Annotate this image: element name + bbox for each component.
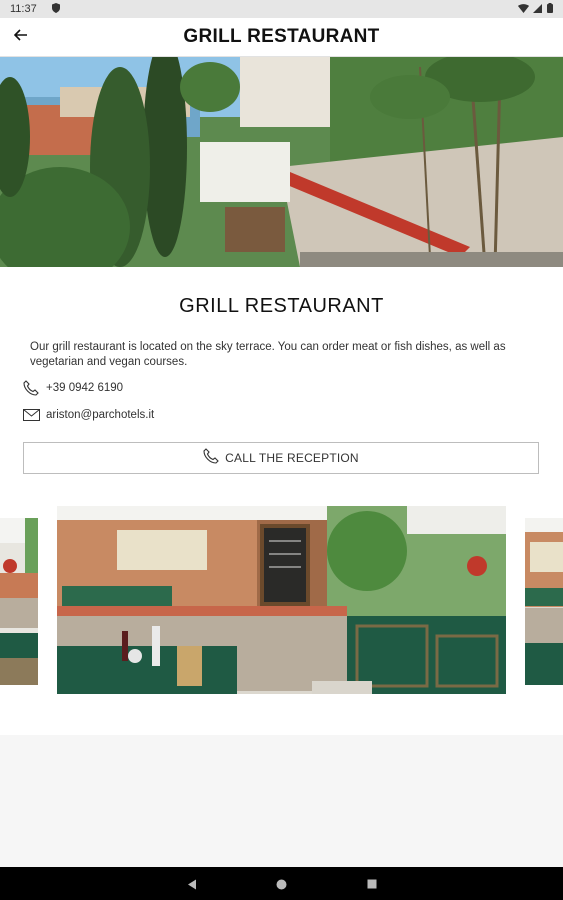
system-nav-bar (0, 867, 563, 900)
status-time: 11:37 (10, 3, 37, 15)
app-bar: GRILL RESTAURANT (0, 18, 563, 57)
shield-notification-icon (52, 3, 60, 15)
home-circle-icon[interactable] (273, 876, 289, 892)
description: Our grill restaurant is located on the s… (30, 341, 506, 368)
section-title: GRILL RESTAURANT (179, 295, 384, 317)
hero-image (0, 57, 563, 267)
signal-icon (533, 4, 547, 15)
gallery-image-next[interactable] (525, 518, 563, 685)
gallery-image-current[interactable] (57, 506, 506, 694)
email-address[interactable]: ariston@parchotels.it (46, 409, 154, 421)
call-reception-button[interactable]: CALL THE RECEPTION (23, 442, 539, 474)
back-triangle-icon[interactable] (184, 876, 200, 892)
phone-icon (203, 447, 219, 469)
gallery-image-previous[interactable] (0, 518, 38, 685)
page-title: GRILL RESTAURANT (183, 26, 380, 47)
restaurant-terrace-photo (0, 57, 563, 267)
phone-number[interactable]: +39 0942 6190 (46, 382, 123, 394)
phone-icon (22, 379, 40, 397)
email-row[interactable]: ariston@parchotels.it (22, 406, 154, 424)
restaurant-interior-photo (57, 506, 506, 694)
status-bar: 11:37 (0, 0, 563, 18)
status-icons (517, 3, 553, 15)
phone-row[interactable]: +39 0942 6190 (22, 379, 123, 397)
envelope-icon (22, 406, 40, 424)
recents-square-icon[interactable] (364, 876, 380, 892)
content-card: GRILL RESTAURANT Our grill restaurant is… (0, 267, 563, 735)
restaurant-interior-photo-prev (0, 518, 38, 685)
call-button-label: CALL THE RECEPTION (225, 451, 359, 465)
restaurant-interior-photo-next (525, 518, 563, 685)
wifi-icon (517, 4, 534, 15)
battery-icon (547, 3, 553, 15)
